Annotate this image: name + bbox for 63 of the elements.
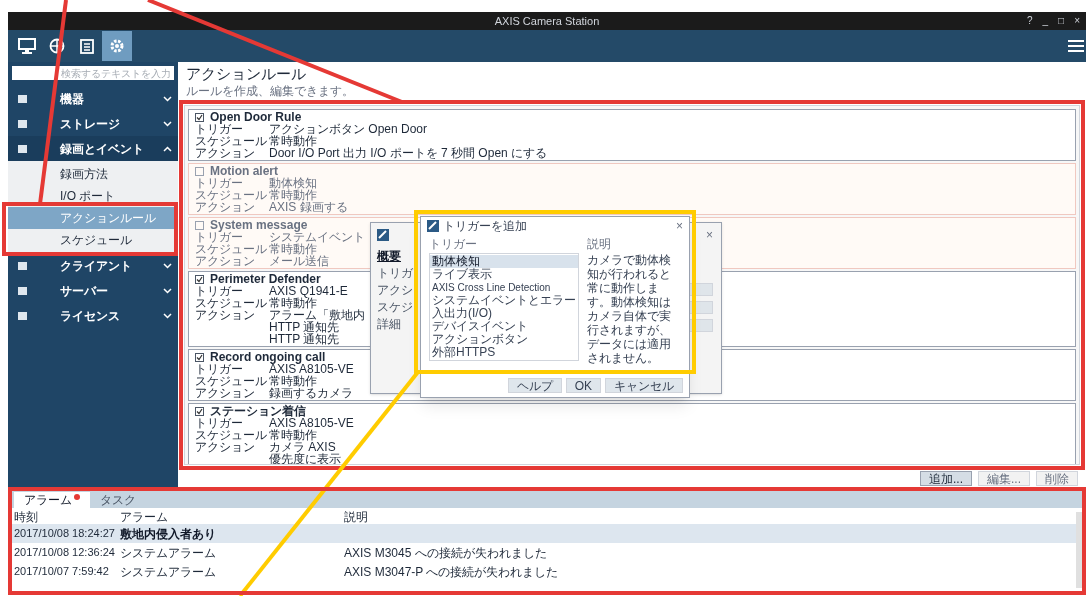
field-label: トリガー: [195, 231, 243, 243]
field-value: AXIS 録画する: [269, 201, 348, 213]
field-label: アクション: [195, 201, 256, 213]
rule-name: Open Door Rule: [210, 111, 302, 123]
column-header: 時刻: [14, 509, 39, 526]
field-value: 常時動作: [269, 243, 317, 255]
field-value: 動体検知: [269, 177, 317, 189]
table-cell-text: システムアラーム: [120, 544, 217, 562]
field-value: システムイベント: [269, 231, 365, 243]
dialog-title: トリガーを追加: [443, 218, 527, 235]
table-cell-text: システムアラーム: [120, 563, 217, 581]
field-value: 常時動作: [269, 189, 317, 201]
field-label: アクション: [195, 387, 256, 399]
page-title: アクションルール: [185, 65, 307, 83]
field-label: トリガー: [195, 285, 244, 297]
page-description: ルールを作成、編集できます。: [185, 84, 355, 98]
table-cell-text: 敷地内侵入者あり: [120, 525, 217, 543]
field-label: アクション: [195, 147, 256, 159]
field-value: 録画するカメラ: [269, 387, 353, 399]
field-label: トリガー: [195, 123, 244, 135]
rule-name: System message: [210, 219, 308, 231]
field-value: アクションボタン Open Door: [269, 123, 428, 135]
field-label: スケジュール: [195, 297, 268, 309]
field-label: アクション: [195, 255, 256, 267]
field-value: AXIS Q1941-E: [269, 285, 348, 297]
field-label: トリガー: [195, 417, 244, 429]
field-value: メール送信: [269, 255, 329, 267]
field-value: Door I/O Port 出力 I/O ポートを 7 秒間 Open にする: [269, 147, 548, 159]
table-cell-text: 2017/10/07 7:59:42: [14, 564, 110, 580]
field-label: トリガー: [195, 363, 244, 375]
table-cell-text: AXIS M3047-P への接続が失われました: [344, 563, 560, 581]
field-value: HTTP 通知先: [269, 321, 340, 333]
field-label: スケジュール: [195, 135, 268, 147]
table-cell-text: AXIS M3045 への接続が失われました: [344, 544, 548, 562]
description-text: カメラで動体検知が行われると常に動作します。動体検知はカメラ自体で実行されますが、データには適用されません。: [587, 253, 672, 365]
table-cell-text: 2017/10/08 18:24:27: [14, 526, 116, 542]
field-label: スケジュール: [195, 429, 268, 441]
column-header: アラーム: [120, 509, 169, 526]
field-value: AXIS A8105-VE: [269, 363, 354, 375]
rule-name: Record ongoing call: [210, 351, 326, 363]
description-label: 説明: [587, 237, 612, 251]
field-label: スケジュール: [195, 243, 268, 255]
list-label: トリガー: [429, 237, 478, 251]
field-label: スケジュール: [195, 375, 268, 387]
field-value: 優先度に表示: [269, 453, 341, 464]
field-value: 常時動作: [269, 429, 317, 441]
field-value: HTTP 通知先: [269, 333, 340, 345]
field-label: スケジュール: [195, 189, 268, 201]
rule-name: ステーション着信: [210, 405, 306, 417]
column-header: 説明: [344, 509, 369, 526]
table-cell-text: 2017/10/08 12:36:24: [14, 545, 116, 561]
field-label: アクション: [195, 441, 256, 453]
field-value: AXIS A8105-VE: [269, 417, 354, 429]
field-value: 常時動作: [269, 135, 317, 147]
field-label: アクション: [195, 309, 256, 321]
window-title: AXIS Camera Station: [494, 13, 600, 29]
rule-name: Perimeter Defender: [210, 273, 321, 285]
field-label: トリガー: [195, 177, 244, 189]
field-value: アラーム「敷地内: [269, 309, 365, 321]
field-value: 常時動作: [269, 375, 317, 387]
field-value: カメラ AXIS: [269, 441, 336, 453]
rule-name: Motion alert: [210, 165, 278, 177]
field-value: 常時動作: [269, 297, 317, 309]
